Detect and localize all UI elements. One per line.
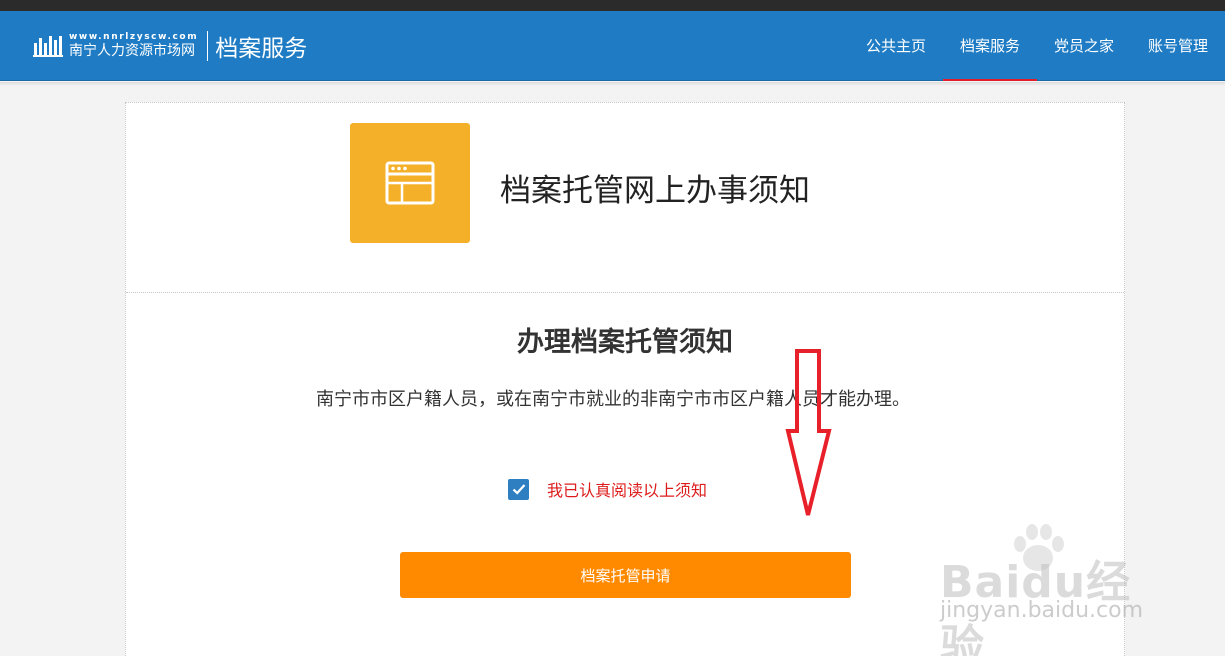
logo-divider: [207, 31, 209, 61]
nav-item-account-management[interactable]: 账号管理: [1131, 11, 1225, 81]
agree-checkbox[interactable]: [508, 478, 529, 500]
agree-row[interactable]: 我已认真阅读以上须知: [508, 477, 707, 501]
down-arrow-icon: [785, 349, 832, 516]
header-shadow: [0, 82, 1225, 86]
site-logo[interactable]: www.nnrlzyscw.com 南宁人力资源市场网 档案服务: [33, 28, 307, 64]
nav-item-public-home[interactable]: 公共主页: [849, 11, 943, 81]
site-header: www.nnrlzyscw.com 南宁人力资源市场网 档案服务 公共主页 档案…: [0, 11, 1225, 81]
page-title: 档案托管网上办事须知: [500, 173, 810, 209]
agree-label[interactable]: 我已认真阅读以上须知: [547, 477, 707, 501]
archive-apply-button[interactable]: 档案托管申请: [400, 552, 851, 598]
logo-site-name: 南宁人力资源市场网: [69, 43, 195, 59]
watermark-domain: jingyan.baidu.com: [940, 598, 1144, 623]
baidu-watermark: Baidu经验 jingyan.baidu.com: [936, 522, 1176, 656]
browser-window-icon: [350, 123, 470, 243]
logo-url-text: www.nnrlzyscw.com: [69, 32, 199, 42]
notice-text: 南宁市市区户籍人员，或在南宁市就业的非南宁市市区户籍人员才能办理。: [316, 389, 910, 410]
main-nav: 公共主页 档案服务 党员之家 账号管理: [849, 11, 1225, 81]
logo-text-block: www.nnrlzyscw.com 南宁人力资源市场网: [69, 32, 198, 60]
nav-item-archive-service[interactable]: 档案服务: [943, 11, 1037, 81]
nnrl-logo-icon: [33, 36, 63, 57]
card-header: 档案托管网上办事须知: [126, 103, 1124, 293]
check-icon: [512, 484, 525, 495]
section-title: 档案服务: [215, 36, 308, 62]
notice-title: 办理档案托管须知: [517, 327, 733, 358]
nav-item-party-home[interactable]: 党员之家: [1037, 11, 1131, 81]
browser-top-strip: [0, 0, 1225, 11]
